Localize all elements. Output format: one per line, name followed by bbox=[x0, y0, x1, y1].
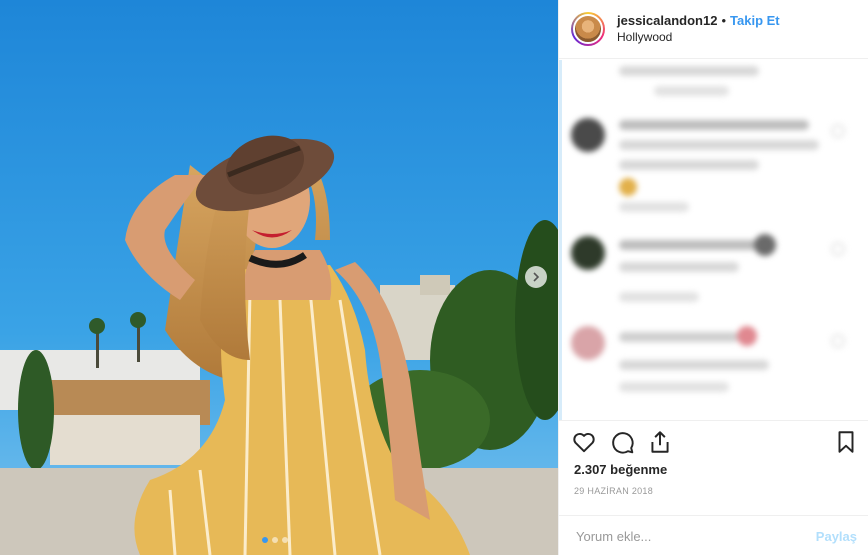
post-header: jessicalandon12 • Takip Et Hollywood bbox=[559, 0, 868, 59]
bookmark-icon[interactable] bbox=[833, 429, 859, 455]
blurred-comment bbox=[559, 230, 868, 320]
chevron-right-icon bbox=[533, 272, 540, 282]
username-link[interactable]: jessicalandon12 bbox=[617, 13, 717, 28]
photo-illustration bbox=[0, 0, 558, 555]
share-icon[interactable] bbox=[647, 429, 673, 455]
comment-icon[interactable] bbox=[609, 429, 635, 455]
comments-list[interactable] bbox=[559, 60, 868, 420]
follow-button[interactable]: Takip Et bbox=[730, 13, 780, 28]
likes-count[interactable]: 2.307 beğenme bbox=[574, 462, 667, 477]
carousel-dot bbox=[262, 537, 268, 543]
post-comment-button[interactable]: Paylaş bbox=[816, 529, 857, 544]
carousel-indicator bbox=[262, 537, 288, 543]
avatar[interactable] bbox=[571, 12, 605, 46]
blurred-comment bbox=[559, 60, 868, 110]
carousel-dot bbox=[282, 537, 288, 543]
carousel-dot bbox=[272, 537, 278, 543]
post-photo[interactable] bbox=[0, 0, 558, 555]
comment-input[interactable] bbox=[574, 528, 798, 545]
blurred-comment bbox=[559, 110, 868, 220]
post-side-panel: jessicalandon12 • Takip Et Hollywood 2.3… bbox=[558, 0, 868, 555]
comment-form: Paylaş bbox=[559, 515, 868, 557]
separator-dot: • bbox=[721, 13, 727, 28]
location-link[interactable]: Hollywood bbox=[617, 29, 780, 45]
blurred-comment bbox=[559, 320, 868, 410]
heart-icon[interactable] bbox=[571, 429, 597, 455]
next-photo-button[interactable] bbox=[525, 266, 547, 288]
post-date[interactable]: 29 HAZİRAN 2018 bbox=[574, 486, 653, 496]
post-actions: 2.307 beğenme 29 HAZİRAN 2018 Paylaş bbox=[559, 420, 868, 545]
